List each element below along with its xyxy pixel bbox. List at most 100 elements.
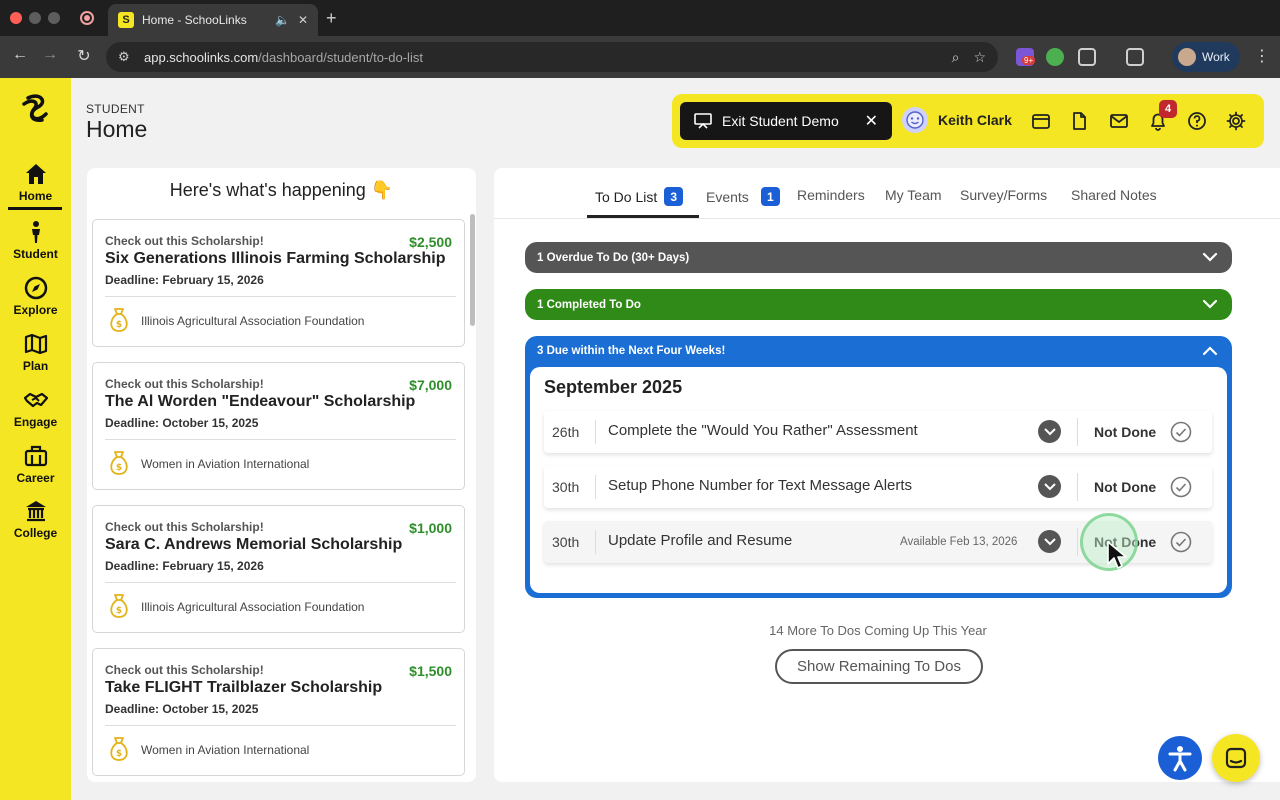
scholarship-card[interactable]: Check out this Scholarship! $1,500 Take … [92, 648, 465, 776]
sidebar-active-indicator [8, 207, 62, 210]
sidebar-item-label: Student [13, 247, 58, 261]
home-icon [25, 164, 46, 184]
browser-tab-bar: S Home - SchooLinks 🔈 ✕ + [0, 0, 1280, 36]
zoom-icon[interactable]: ⌕ [952, 49, 960, 66]
scholarship-deadline: Deadline: February 15, 2026 [105, 273, 264, 287]
sidebar-item-label: Explore [13, 303, 58, 317]
todo-row[interactable]: 26th Complete the "Would You Rather" Ass… [544, 411, 1212, 453]
expand-chevron-icon[interactable] [1038, 530, 1061, 553]
building-icon [25, 501, 46, 522]
scholarship-deadline: Deadline: February 15, 2026 [105, 559, 264, 573]
exit-student-demo-button[interactable]: Exit Student Demo ✕ [680, 102, 892, 140]
demo-toolbar: Exit Student Demo ✕ Keith Clark 4 [672, 94, 1264, 148]
map-icon [24, 333, 47, 355]
speaker-icon[interactable]: 🔈 [275, 13, 290, 27]
close-tab-icon[interactable]: ✕ [298, 13, 308, 27]
svg-text:$: $ [116, 749, 122, 759]
scholarship-org: Illinois Agricultural Association Founda… [141, 600, 365, 614]
todo-row[interactable]: 30th Setup Phone Number for Text Message… [544, 466, 1212, 508]
scholarship-amount: $1,500 [409, 663, 452, 679]
completed-label: 1 Completed To Do [537, 298, 641, 311]
svg-text:$: $ [116, 606, 122, 616]
extension-green-icon[interactable] [1046, 48, 1064, 66]
divider [105, 439, 456, 440]
maximize-window-button[interactable] [48, 12, 60, 24]
tab-my-team[interactable]: My Team [885, 187, 942, 203]
bookmark-star-icon[interactable]: ☆ [973, 49, 986, 66]
close-window-button[interactable] [10, 12, 22, 24]
notifications-bell-icon[interactable]: 4 [1147, 100, 1177, 132]
tab-label: Reminders [797, 187, 865, 203]
page-eyebrow: STUDENT [86, 102, 145, 116]
address-bar[interactable]: ⚙ app.schoolinks.com/dashboard/student/t… [106, 42, 998, 72]
user-chip[interactable]: Keith Clark [902, 107, 1012, 133]
profile-button[interactable]: Work [1172, 42, 1240, 72]
todo-available: Available Feb 13, 2026 [900, 536, 1018, 548]
wallet-icon[interactable] [1030, 110, 1052, 132]
scholarship-eyebrow: Check out this Scholarship! [105, 663, 264, 677]
site-settings-icon[interactable]: ⚙ [118, 49, 138, 65]
compass-icon [24, 276, 47, 300]
scholarship-name: The Al Worden "Endeavour" Scholarship [105, 393, 416, 410]
reload-icon[interactable]: ↻ [74, 46, 94, 66]
tab-count-badge: 3 [664, 187, 684, 206]
svg-text:$: $ [116, 320, 122, 330]
completed-accordion[interactable]: 1 Completed To Do [525, 289, 1232, 320]
todo-title: Complete the "Would You Rather" Assessme… [608, 422, 918, 439]
money-bag-icon: $ [110, 308, 128, 332]
tab-survey-forms[interactable]: Survey/Forms [960, 187, 1047, 203]
tab-shared-notes[interactable]: Shared Notes [1071, 187, 1157, 203]
url-host: app.schoolinks.com [144, 49, 259, 65]
tab-reminders[interactable]: Reminders [797, 187, 865, 203]
chevron-down-icon [1202, 252, 1218, 262]
mail-icon[interactable] [1108, 110, 1130, 132]
todo-status-button[interactable]: Not Done [1094, 479, 1156, 495]
sidebar-item-home[interactable]: Home [0, 162, 71, 203]
document-icon[interactable] [1068, 110, 1090, 132]
tab-to-do-list[interactable]: To Do List 3 [595, 187, 684, 206]
puzzle-extensions-icon[interactable] [1078, 48, 1096, 66]
sidebar-item-student[interactable]: Student [0, 220, 71, 261]
check-circle-icon[interactable] [1170, 421, 1192, 443]
chat-button[interactable] [1212, 734, 1260, 782]
chevron-up-icon[interactable] [1202, 345, 1218, 357]
happenings-feed: Here's what's happening 👇 Check out this… [87, 168, 476, 782]
divider [1077, 418, 1078, 446]
tab-label: Survey/Forms [960, 187, 1048, 203]
url-text[interactable]: app.schoolinks.com/dashboard/student/to-… [144, 50, 938, 65]
browser-menu-icon[interactable]: ⋮ [1254, 46, 1270, 66]
scholarship-name: Six Generations Illinois Farming Scholar… [105, 250, 446, 267]
sidebar-item-explore[interactable]: Explore [0, 276, 71, 317]
show-remaining-todos-button[interactable]: Show Remaining To Dos [775, 649, 983, 684]
browser-tab[interactable]: S Home - SchooLinks 🔈 ✕ [108, 4, 318, 36]
sidebar-item-plan[interactable]: Plan [0, 332, 71, 373]
sidebar-item-engage[interactable]: Engage [0, 388, 71, 429]
scholarship-card[interactable]: Check out this Scholarship! $2,500 Six G… [92, 219, 465, 347]
user-name: Keith Clark [938, 112, 1012, 128]
check-circle-icon[interactable] [1170, 531, 1192, 553]
extension-icon[interactable]: 9+ [1016, 48, 1036, 66]
overdue-accordion[interactable]: 1 Overdue To Do (30+ Days) [525, 242, 1232, 273]
settings-gear-icon[interactable] [1225, 110, 1247, 132]
new-tab-button[interactable]: + [326, 8, 337, 29]
sidebar-item-career[interactable]: Career [0, 444, 71, 485]
check-circle-icon[interactable] [1170, 476, 1192, 498]
expand-chevron-icon[interactable] [1038, 475, 1061, 498]
sidebar-item-college[interactable]: College [0, 499, 71, 540]
minimize-window-button[interactable] [29, 12, 41, 24]
expand-chevron-icon[interactable] [1038, 420, 1061, 443]
feed-scrollbar[interactable] [470, 214, 475, 326]
sidebar: Home Student Explore Plan Engage Career … [0, 78, 71, 800]
accessibility-button[interactable] [1158, 736, 1202, 780]
scholarship-card[interactable]: Check out this Scholarship! $7,000 The A… [92, 362, 465, 490]
scholarship-card[interactable]: Check out this Scholarship! $1,000 Sara … [92, 505, 465, 633]
handshake-icon [23, 392, 48, 408]
scholarship-deadline: Deadline: October 15, 2025 [105, 416, 259, 430]
tab-events[interactable]: Events 1 [706, 187, 780, 206]
schoolinks-logo-icon[interactable] [18, 92, 52, 126]
todo-status-button[interactable]: Not Done [1094, 424, 1156, 440]
tab-search-icon[interactable] [1126, 48, 1144, 66]
back-icon[interactable]: ← [10, 46, 30, 64]
help-icon[interactable] [1186, 110, 1208, 132]
forward-icon[interactable]: → [40, 46, 60, 64]
